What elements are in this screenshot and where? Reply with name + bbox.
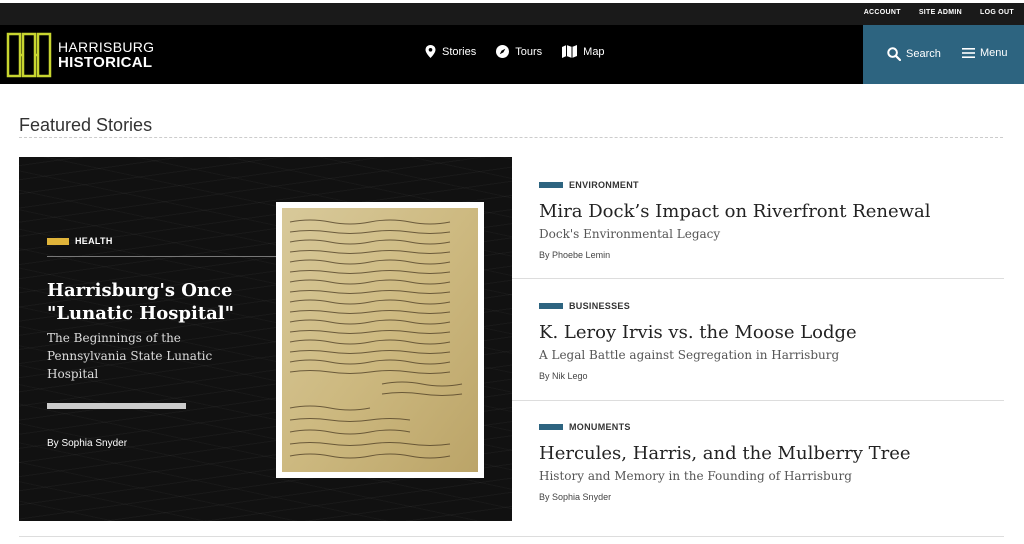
story-subtitle: A Legal Battle against Segregation in Ha… xyxy=(539,348,840,362)
featured-accent-bar xyxy=(47,403,186,409)
featured-category-label: HEALTH xyxy=(75,236,113,246)
historic-letter-image xyxy=(276,202,484,478)
story-subtitle: Dock's Environmental Legacy xyxy=(539,227,721,241)
story-category: MONUMENTS xyxy=(539,421,1004,433)
nav-map[interactable]: Map xyxy=(562,45,605,58)
story-title[interactable]: K. Leroy Irvis vs. the Moose Lodge xyxy=(539,321,1004,345)
featured-author[interactable]: Sophia Snyder xyxy=(61,438,127,449)
manuscript-icon xyxy=(282,208,478,472)
story-item[interactable]: BUSINESSES K. Leroy Irvis vs. the Moose … xyxy=(539,300,1004,381)
search-button[interactable]: Search xyxy=(887,47,941,61)
story-author[interactable]: Nik Lego xyxy=(552,371,588,381)
category-bar xyxy=(539,303,563,309)
logo-mark-icon xyxy=(6,32,52,78)
utility-links: ACCOUNT SITE ADMIN LOG OUT xyxy=(864,9,1014,16)
byline-prefix: By xyxy=(47,438,59,449)
logo-text: HARRISBURG HISTORICAL xyxy=(58,39,155,71)
site-header: HARRISBURG HISTORICAL Stories Tours Map … xyxy=(0,25,1024,84)
main-nav: Stories Tours Map xyxy=(425,45,605,58)
story-byline: By Nik Lego xyxy=(539,371,1004,381)
featured-byline: By Sophia Snyder xyxy=(47,438,127,449)
search-label: Search xyxy=(906,48,941,60)
byline-prefix: By xyxy=(539,492,550,502)
top-edge xyxy=(0,0,1024,3)
nav-tours[interactable]: Tours xyxy=(496,45,542,58)
category-bar xyxy=(539,424,563,430)
compass-icon xyxy=(496,45,510,58)
nav-tours-label: Tours xyxy=(515,45,543,58)
account-link[interactable]: ACCOUNT xyxy=(864,9,901,16)
story-item[interactable]: MONUMENTS Hercules, Harris, and the Mulb… xyxy=(539,421,1004,502)
nav-stories[interactable]: Stories xyxy=(425,45,476,58)
byline-prefix: By xyxy=(539,371,550,381)
nav-map-label: Map xyxy=(583,45,605,58)
story-divider xyxy=(512,400,1004,401)
featured-divider xyxy=(47,256,276,257)
story-category-label: ENVIRONMENT xyxy=(569,180,639,190)
story-item[interactable]: ENVIRONMENT Mira Dock’s Impact on Riverf… xyxy=(539,179,1004,260)
story-category: ENVIRONMENT xyxy=(539,179,1004,191)
featured-story-card[interactable]: HEALTH Harrisburg's Once "Lunatic Hospit… xyxy=(19,157,512,521)
story-byline: By Phoebe Lemin xyxy=(539,250,1004,260)
map-icon xyxy=(562,45,578,58)
nav-stories-label: Stories xyxy=(442,45,477,58)
site-admin-link[interactable]: SITE ADMIN xyxy=(919,9,962,16)
logo-line-2: HISTORICAL xyxy=(58,54,153,71)
top-utility-bar: ACCOUNT SITE ADMIN LOG OUT xyxy=(0,0,1024,25)
featured-category: HEALTH xyxy=(47,236,113,246)
menu-button[interactable]: Menu xyxy=(962,47,1008,59)
byline-prefix: By xyxy=(539,250,550,260)
story-category-label: BUSINESSES xyxy=(569,301,631,311)
menu-label: Menu xyxy=(980,47,1008,59)
story-byline: By Sophia Snyder xyxy=(539,492,1004,502)
story-category: BUSINESSES xyxy=(539,300,1004,312)
log-out-link[interactable]: LOG OUT xyxy=(980,9,1014,16)
story-title[interactable]: Mira Dock’s Impact on Riverfront Renewal xyxy=(539,200,1004,224)
story-title[interactable]: Hercules, Harris, and the Mulberry Tree xyxy=(539,442,1004,466)
category-bar xyxy=(539,182,563,188)
site-logo[interactable]: HARRISBURG HISTORICAL xyxy=(6,32,154,78)
search-menu-panel: Search Menu xyxy=(863,25,1024,84)
story-author[interactable]: Phoebe Lemin xyxy=(552,250,610,260)
story-category-label: MONUMENTS xyxy=(569,422,631,432)
featured-title[interactable]: Harrisburg's Once "Lunatic Hospital" xyxy=(47,279,267,325)
story-divider xyxy=(512,278,1004,279)
featured-subtitle: The Beginnings of the Pennsylvania State… xyxy=(47,331,213,381)
bottom-divider xyxy=(19,536,1004,537)
map-pin-icon xyxy=(425,45,436,58)
hamburger-icon xyxy=(962,48,975,58)
logo-line-1: HARRISBURG xyxy=(58,39,155,55)
story-author[interactable]: Sophia Snyder xyxy=(552,492,611,502)
section-divider xyxy=(19,137,1003,138)
category-bar xyxy=(47,237,69,245)
search-icon xyxy=(887,47,901,61)
story-subtitle: History and Memory in the Founding of Ha… xyxy=(539,469,852,483)
section-title: Featured Stories xyxy=(19,115,153,135)
